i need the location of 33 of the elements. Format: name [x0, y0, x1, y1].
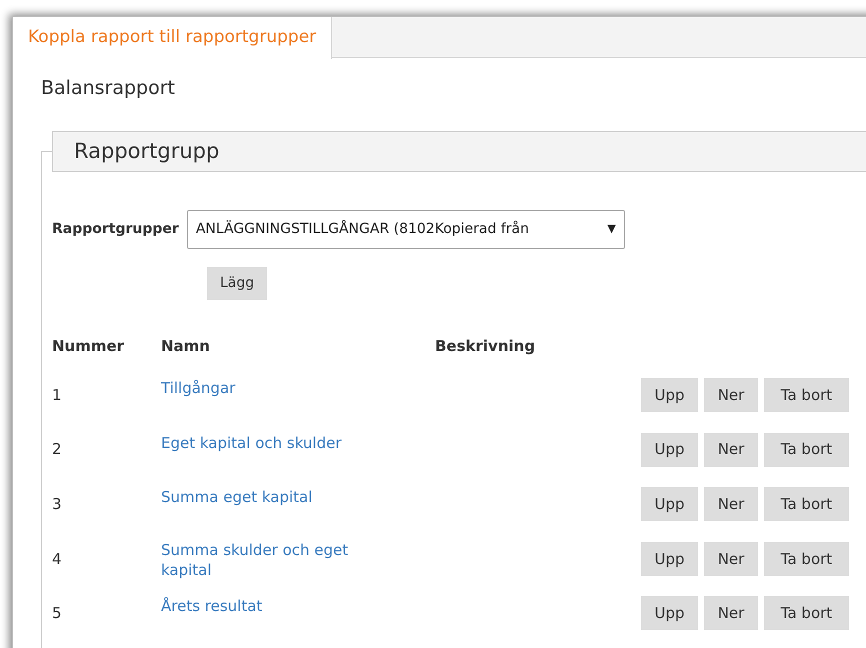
down-button[interactable]: Ner — [704, 432, 758, 467]
row-number: 2 — [52, 439, 62, 460]
report-name: Balansrapport — [41, 76, 176, 101]
group-link[interactable]: Eget kapital och skulder — [161, 432, 342, 453]
section-header: Rapportgrupp — [52, 130, 866, 172]
row-number: 3 — [52, 494, 62, 515]
up-button[interactable]: Upp — [641, 542, 698, 576]
column-header: Nummer — [52, 336, 124, 354]
up-button[interactable]: Upp — [641, 487, 698, 522]
down-button[interactable]: Ner — [704, 542, 758, 576]
down-button[interactable]: Ner — [704, 596, 758, 630]
column-header: Namn — [161, 336, 210, 354]
down-button[interactable]: Ner — [704, 378, 758, 412]
remove-button[interactable]: Ta bort — [764, 378, 849, 412]
up-button[interactable]: Upp — [641, 432, 698, 467]
row-number: 4 — [52, 548, 62, 570]
group-link[interactable]: Summa skulder och eget kapital — [161, 540, 376, 580]
remove-button[interactable]: Ta bort — [764, 596, 849, 630]
group-link[interactable]: Årets resultat — [161, 596, 262, 616]
row-number: 1 — [52, 384, 62, 406]
group-link[interactable]: Summa eget kapital — [161, 487, 312, 508]
remove-button[interactable]: Ta bort — [764, 542, 849, 576]
group-link[interactable]: Tillgångar — [161, 378, 236, 398]
up-button[interactable]: Upp — [641, 378, 698, 412]
down-button[interactable]: Ner — [704, 487, 758, 522]
add-button[interactable]: Lägg — [207, 266, 268, 300]
remove-button[interactable]: Ta bort — [764, 432, 849, 467]
row-number: 5 — [52, 603, 62, 624]
field-label: Rapportgrupper — [52, 220, 179, 238]
remove-button[interactable]: Ta bort — [764, 487, 849, 522]
group-select[interactable]: ANLÄGGNINGSTILLGÅNGAR (8102Kopierad från ▼ — [186, 210, 625, 248]
up-button[interactable]: Upp — [641, 596, 698, 630]
column-header: Beskrivning — [435, 336, 536, 354]
